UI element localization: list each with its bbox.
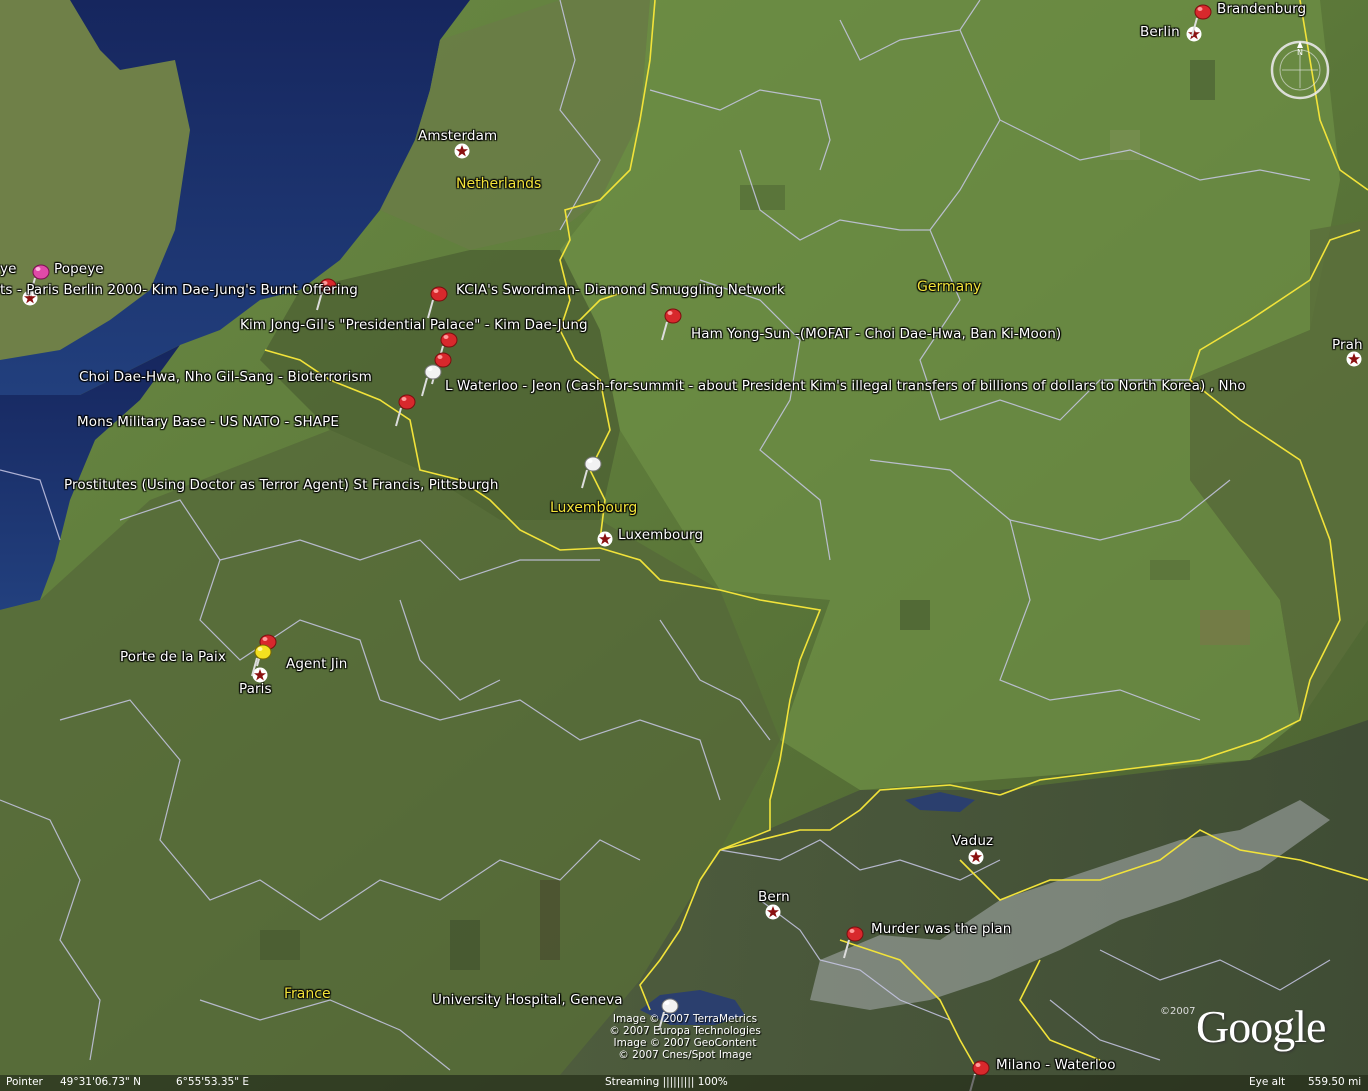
satellite-terrain: [0, 0, 1368, 1091]
map-view[interactable]: Brandenburg Berlin Prah Amsterdam Luxemb…: [0, 0, 1368, 1091]
placemark-label-mons[interactable]: Mons Military Base - US NATO - SHAPE: [77, 414, 339, 430]
logo-copyright: ©2007: [1160, 1006, 1196, 1017]
city-star-icon[interactable]: [1346, 351, 1362, 367]
country-label-netherlands: Netherlands: [456, 176, 542, 192]
placemark-label-agent-jin[interactable]: Agent Jin: [286, 656, 347, 672]
placemark-label-ham-yong-sun[interactable]: Ham Yong-Sun -(MOFAT - Choi Dae-Hwa, Ban…: [691, 326, 1061, 342]
google-logo: Google: [1196, 1001, 1326, 1052]
placemark-pin-icon[interactable]: [248, 642, 274, 678]
country-label-france: France: [284, 986, 331, 1002]
place-label-luxembourg-city: Luxembourg: [618, 527, 704, 543]
credit-line: © 2007 Europa Technologies: [609, 1025, 761, 1037]
placemark-label-choi-dae-hwa[interactable]: Choi Dae-Hwa, Nho Gil-Sang - Bioterroris…: [79, 369, 372, 385]
placemark-label-kcia[interactable]: KCIA's Swordman- Diamond Smuggling Netwo…: [456, 282, 785, 298]
placemark-label-murder[interactable]: Murder was the plan: [871, 921, 1011, 937]
compass-navigation-icon[interactable]: N: [1268, 38, 1332, 102]
pointer-label: Pointer: [6, 1076, 43, 1088]
place-label-berlin: Berlin: [1140, 24, 1180, 40]
city-star-icon[interactable]: [597, 531, 613, 547]
city-star-icon[interactable]: [968, 849, 984, 865]
placemark-label-porte-de-la-paix[interactable]: Porte de la Paix: [120, 649, 226, 665]
city-star-icon[interactable]: [454, 143, 470, 159]
placemark-pin-icon[interactable]: [424, 284, 450, 320]
placemark-pin-icon[interactable]: [418, 362, 444, 398]
credit-line: © 2007 Cnes/Spot Image: [618, 1049, 752, 1061]
placemark-label-prostitutes[interactable]: Prostitutes (Using Doctor as Terror Agen…: [64, 477, 499, 493]
imagery-credits: Image © 2007 TerraMetrics © 2007 Europa …: [590, 1013, 780, 1061]
credit-line: Image © 2007 GeoContent: [613, 1037, 757, 1049]
eye-alt-label: Eye alt: [1249, 1076, 1286, 1088]
country-label-germany: Germany: [917, 279, 982, 295]
eye-alt-value: 559.50 mi: [1308, 1076, 1362, 1088]
pointer-latitude: 49°31'06.73" N: [60, 1076, 141, 1088]
credit-line: Image © 2007 TerraMetrics: [612, 1013, 758, 1025]
place-label-bern: Bern: [758, 889, 790, 905]
streaming-status: Streaming ||||||||| 100%: [605, 1076, 728, 1088]
place-label-paris: Paris: [239, 681, 272, 697]
placemark-label-paris-berlin[interactable]: ts - Paris Berlin 2000- Kim Dae-Jung's B…: [0, 282, 358, 298]
place-label-vaduz: Vaduz: [952, 833, 994, 849]
place-label-brandenburg: Brandenburg: [1217, 1, 1307, 17]
placemark-pin-icon[interactable]: [392, 392, 418, 428]
placemark-label-milano[interactable]: Milano - Waterloo: [996, 1057, 1116, 1073]
placemark-pin-icon[interactable]: [658, 306, 684, 342]
placemark-label-waterloo[interactable]: L Waterloo - Jeon (Cash-for-summit - abo…: [445, 378, 1246, 394]
placemark-label-kim-jong-gil[interactable]: Kim Jong-Gil's "Presidential Palace" - K…: [240, 317, 588, 333]
placemark-pin-icon[interactable]: [840, 924, 866, 960]
placemark-label-university-hospital[interactable]: University Hospital, Geneva: [432, 992, 623, 1008]
status-bar: Pointer 49°31'06.73" N 6°55'53.35" E Str…: [0, 1075, 1368, 1091]
pointer-longitude: 6°55'53.35" E: [176, 1076, 250, 1088]
city-star-icon[interactable]: [765, 904, 781, 920]
placemark-label-popeye-partial[interactable]: ye: [0, 261, 17, 277]
country-label-luxembourg: Luxembourg: [550, 500, 638, 516]
placemark-pin-icon[interactable]: [1188, 2, 1214, 38]
place-label-amsterdam: Amsterdam: [418, 128, 498, 144]
placemark-pin-icon[interactable]: [578, 454, 604, 490]
placemark-label-popeye[interactable]: Popeye: [54, 261, 104, 277]
svg-text:N: N: [1297, 48, 1303, 57]
